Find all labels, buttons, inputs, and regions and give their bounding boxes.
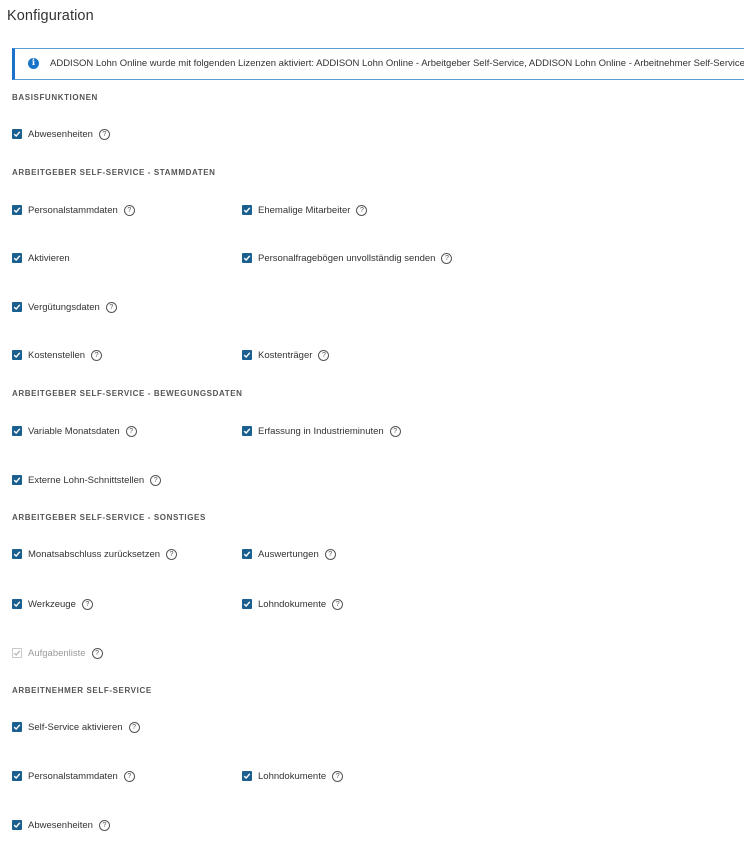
- option-an-personalstammdaten[interactable]: Personalstammdaten ?: [12, 769, 135, 783]
- option-personalfrageboegen-unvollstaendig[interactable]: Personalfragebögen unvollständig senden …: [242, 251, 453, 265]
- option-an-lohndokumente[interactable]: Lohndokumente ?: [242, 769, 344, 783]
- option-label: Personalstammdaten: [28, 770, 118, 782]
- option-label: Aufgabenliste: [28, 647, 86, 659]
- option-verguetungsdaten[interactable]: Vergütungsdaten ?: [12, 300, 117, 314]
- option-ehemalige-mitarbeiter[interactable]: Ehemalige Mitarbeiter ?: [242, 203, 368, 217]
- option-aktivieren[interactable]: Aktivieren: [12, 251, 70, 265]
- option-auswertungen[interactable]: Auswertungen ?: [242, 547, 336, 561]
- option-label: Ehemalige Mitarbeiter: [258, 204, 351, 216]
- page-title: Konfiguration: [7, 8, 94, 24]
- checkbox-checked[interactable]: [12, 599, 22, 609]
- option-an-abwesenheiten[interactable]: Abwesenheiten ?: [12, 818, 110, 832]
- option-label: Kostenträger: [258, 349, 313, 361]
- help-icon[interactable]: ?: [318, 349, 330, 361]
- option-label: Personalstammdaten: [28, 204, 118, 216]
- checkbox-checked[interactable]: [242, 350, 252, 360]
- option-label: Variable Monatsdaten: [28, 425, 120, 437]
- checkbox-checked[interactable]: [12, 820, 22, 830]
- help-icon[interactable]: ?: [128, 721, 140, 733]
- option-label: Werkzeuge: [28, 598, 76, 610]
- help-icon[interactable]: ?: [332, 598, 344, 610]
- option-werkzeuge[interactable]: Werkzeuge ?: [12, 597, 93, 611]
- help-icon[interactable]: ?: [98, 128, 110, 140]
- help-icon[interactable]: ?: [105, 301, 117, 313]
- checkbox-checked[interactable]: [242, 771, 252, 781]
- configuration-page: Konfiguration i ADDISON Lohn Online wurd…: [0, 0, 744, 858]
- help-icon[interactable]: ?: [125, 425, 137, 437]
- checkbox-checked[interactable]: [12, 549, 22, 559]
- checkbox-checked[interactable]: [12, 771, 22, 781]
- help-icon[interactable]: ?: [166, 548, 178, 560]
- option-label: Lohndokumente: [258, 598, 327, 610]
- checkbox-disabled: [12, 648, 22, 658]
- license-info-banner: i ADDISON Lohn Online wurde mit folgende…: [12, 48, 744, 80]
- help-icon[interactable]: ?: [91, 647, 103, 659]
- option-self-service-aktivieren[interactable]: Self-Service aktivieren ?: [12, 720, 140, 734]
- help-icon[interactable]: ?: [123, 204, 135, 216]
- checkbox-checked[interactable]: [242, 599, 252, 609]
- option-label: Auswertungen: [258, 548, 319, 560]
- checkbox-checked[interactable]: [242, 253, 252, 263]
- option-kostentraeger[interactable]: Kostenträger ?: [242, 348, 330, 362]
- checkbox-checked[interactable]: [12, 722, 22, 732]
- option-kostenstellen[interactable]: Kostenstellen ?: [12, 348, 103, 362]
- help-icon[interactable]: ?: [150, 474, 162, 486]
- section-heading-stammdaten: ARBEITGEBER SELF-SERVICE - STAMMDATEN: [12, 168, 216, 177]
- option-externe-lohn-schnittstellen[interactable]: Externe Lohn-Schnittstellen ?: [12, 473, 162, 487]
- help-icon[interactable]: ?: [91, 349, 103, 361]
- option-monatsabschluss-zuruecksetzen[interactable]: Monatsabschluss zurücksetzen ?: [12, 547, 178, 561]
- option-label: Vergütungsdaten: [28, 301, 100, 313]
- option-lohndokumente[interactable]: Lohndokumente ?: [242, 597, 344, 611]
- checkbox-checked[interactable]: [242, 205, 252, 215]
- checkbox-checked[interactable]: [12, 350, 22, 360]
- option-label: Aktivieren: [28, 252, 70, 264]
- checkbox-checked[interactable]: [12, 129, 22, 139]
- section-heading-arbeitnehmer: ARBEITNEHMER SELF-SERVICE: [12, 686, 152, 695]
- help-icon[interactable]: ?: [98, 819, 110, 831]
- section-heading-bewegungsdaten: ARBEITGEBER SELF-SERVICE - BEWEGUNGSDATE…: [12, 389, 243, 398]
- option-variable-monatsdaten[interactable]: Variable Monatsdaten ?: [12, 424, 137, 438]
- option-personalstammdaten[interactable]: Personalstammdaten ?: [12, 203, 135, 217]
- checkbox-checked[interactable]: [12, 426, 22, 436]
- option-label: Abwesenheiten: [28, 819, 93, 831]
- option-abwesenheiten[interactable]: Abwesenheiten ?: [12, 127, 110, 141]
- checkbox-checked[interactable]: [12, 253, 22, 263]
- section-heading-sonstiges: ARBEITGEBER SELF-SERVICE - SONSTIGES: [12, 513, 206, 522]
- help-icon[interactable]: ?: [324, 548, 336, 560]
- help-icon[interactable]: ?: [81, 598, 93, 610]
- option-label: Monatsabschluss zurücksetzen: [28, 548, 161, 560]
- checkbox-checked[interactable]: [12, 205, 22, 215]
- option-label: Self-Service aktivieren: [28, 721, 123, 733]
- license-info-text: ADDISON Lohn Online wurde mit folgenden …: [50, 58, 744, 69]
- help-icon[interactable]: ?: [356, 204, 368, 216]
- checkbox-checked[interactable]: [242, 426, 252, 436]
- option-aufgabenliste: Aufgabenliste ?: [12, 646, 103, 660]
- info-icon: i: [28, 58, 39, 69]
- checkbox-checked[interactable]: [12, 302, 22, 312]
- help-icon[interactable]: ?: [389, 425, 401, 437]
- option-label: Externe Lohn-Schnittstellen: [28, 474, 145, 486]
- option-erfassung-industrieminuten[interactable]: Erfassung in Industrieminuten ?: [242, 424, 401, 438]
- checkbox-checked[interactable]: [242, 549, 252, 559]
- option-label: Abwesenheiten: [28, 128, 93, 140]
- section-heading-basisfunktionen: BASISFUNKTIONEN: [12, 93, 98, 102]
- help-icon[interactable]: ?: [332, 770, 344, 782]
- help-icon[interactable]: ?: [123, 770, 135, 782]
- help-icon[interactable]: ?: [441, 252, 453, 264]
- option-label: Lohndokumente: [258, 770, 327, 782]
- option-label: Erfassung in Industrieminuten: [258, 425, 384, 437]
- option-label: Kostenstellen: [28, 349, 86, 361]
- option-label: Personalfragebögen unvollständig senden: [258, 252, 436, 264]
- checkbox-checked[interactable]: [12, 475, 22, 485]
